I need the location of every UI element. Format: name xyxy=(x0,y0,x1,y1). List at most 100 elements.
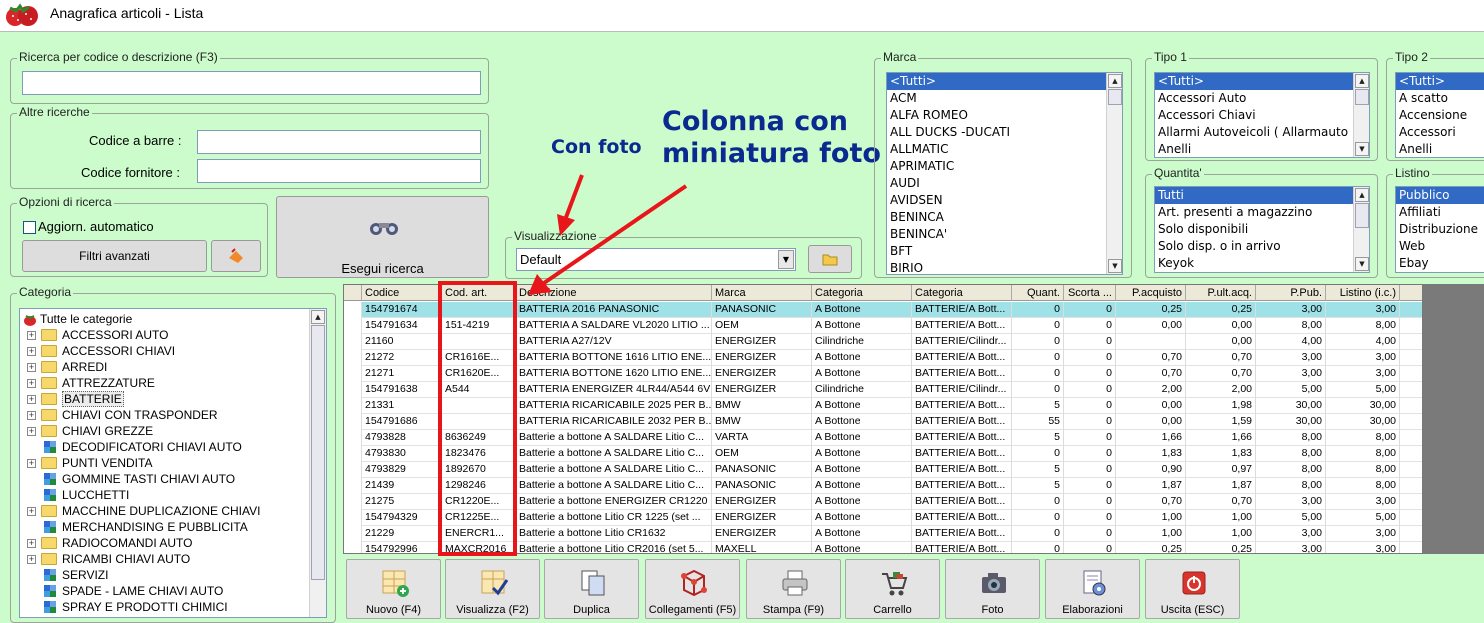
articles-table[interactable]: Codice Cod. art. Descrizione Marca Categoria… xyxy=(343,284,1423,554)
toolbar-button-elaborazioni[interactable]: Elaborazioni xyxy=(1045,559,1140,619)
toolbar-button-stampa-f9[interactable]: Stampa (F9) xyxy=(746,559,841,619)
tipo2-option[interactable]: Accessori xyxy=(1396,124,1484,141)
table-row[interactable]: 4793829 1892670 Batterie a bottone A SALDA… xyxy=(344,462,1422,478)
table-row[interactable]: 21160 BATTERIA A27/12V ENERGIZER Cilindrich… xyxy=(344,334,1422,350)
search-input[interactable] xyxy=(22,71,481,95)
listino-list[interactable]: Pubblico Affiliati Distribuzione Web Ebay xyxy=(1395,186,1484,273)
marca-list[interactable]: <Tutti> ACM ALFA ROMEO ALL DUCKS -DUCATI ALL… xyxy=(886,72,1123,275)
expand-icon[interactable]: + xyxy=(27,411,36,420)
toolbar-button-nuovo-f4[interactable]: Nuovo (F4) xyxy=(346,559,441,619)
tipo1-option[interactable]: Accessori Chiavi xyxy=(1155,107,1369,124)
expand-icon[interactable]: + xyxy=(27,379,36,388)
tipo1-option[interactable]: Allarmi Autoveicoli ( Allarmauto ) xyxy=(1155,124,1369,141)
listino-option[interactable]: Pubblico xyxy=(1396,187,1484,204)
expand-icon[interactable]: + xyxy=(27,427,36,436)
table-row[interactable]: 154791674 BATTERIA 2016 PANASONIC PANASONI… xyxy=(344,302,1422,318)
category-scrollbar[interactable]: ▲ xyxy=(309,309,326,617)
table-row[interactable]: 4793830 1823476 Batterie a bottone A SALDA… xyxy=(344,446,1422,462)
quantita-option[interactable]: Solo disponibili xyxy=(1155,221,1369,238)
listino-option[interactable]: Distribuzione xyxy=(1396,221,1484,238)
quantita-scrollbar[interactable]: ▲ ▼ xyxy=(1353,187,1369,272)
barcode-field[interactable] xyxy=(197,130,481,154)
expand-icon[interactable]: + xyxy=(27,507,36,516)
marca-option[interactable]: ALLMATIC xyxy=(887,141,1122,158)
category-tree[interactable]: Tutte le categorie + ACCESSORI AUTO + ACCES… xyxy=(19,308,327,618)
column-header[interactable]: Categoria xyxy=(912,285,1012,301)
open-view-button[interactable] xyxy=(808,245,852,273)
column-header[interactable]: Codice xyxy=(362,285,442,301)
table-row[interactable]: 21439 1298246 Batterie a bottone A SALDARE… xyxy=(344,478,1422,494)
table-row[interactable]: 154794329 CR1225E... Batterie a bottone Li… xyxy=(344,510,1422,526)
tipo1-scrollbar[interactable]: ▲ ▼ xyxy=(1353,73,1369,157)
column-header[interactable]: P.Pub. xyxy=(1256,285,1326,301)
table-row[interactable]: 21275 CR1220E... Batterie a bottone ENERGI… xyxy=(344,494,1422,510)
marca-option[interactable]: ALL DUCKS -DUCATI xyxy=(887,124,1122,141)
marca-option[interactable]: AVIDSEN xyxy=(887,192,1122,209)
expand-icon[interactable]: + xyxy=(27,347,36,356)
marca-option[interactable]: <Tutti> xyxy=(887,73,1122,90)
view-select[interactable]: Default ▼ xyxy=(516,248,796,271)
tipo2-option[interactable]: Accensione xyxy=(1396,107,1484,124)
toolbar-button-collegamenti-f5[interactable]: Collegamenti (F5) xyxy=(645,559,740,619)
expand-icon[interactable]: + xyxy=(27,331,36,340)
expand-icon[interactable]: + xyxy=(27,395,36,404)
supplier-code-field[interactable] xyxy=(197,159,481,183)
chevron-down-icon[interactable]: ▼ xyxy=(778,250,794,269)
run-search-button[interactable]: Esegui ricerca xyxy=(276,196,489,278)
quantita-option[interactable]: Keyok xyxy=(1155,255,1369,272)
auto-update-checkbox[interactable] xyxy=(23,221,36,234)
clear-filters-button[interactable] xyxy=(211,240,261,272)
column-header[interactable]: Marca xyxy=(712,285,812,301)
marca-option[interactable]: ACM xyxy=(887,90,1122,107)
expand-icon[interactable]: + xyxy=(27,459,36,468)
toolbar-button-carrello[interactable]: Carrello xyxy=(845,559,940,619)
quantita-list[interactable]: Tutti Art. presenti a magazzino Solo dispo… xyxy=(1154,186,1370,273)
column-header[interactable]: Categoria xyxy=(812,285,912,301)
marca-option[interactable]: BIRIO xyxy=(887,260,1122,274)
table-row[interactable]: 154791686 BATTERIA RICARICABILE 2032 PER … xyxy=(344,414,1422,430)
tipo1-list[interactable]: <Tutti> Accessori Auto Accessori Chiavi All… xyxy=(1154,72,1370,158)
expand-icon[interactable]: + xyxy=(27,555,36,564)
expand-icon[interactable]: + xyxy=(27,363,36,372)
toolbar-button-duplica[interactable]: Duplica xyxy=(544,559,639,619)
listino-option[interactable]: Affiliati xyxy=(1396,204,1484,221)
marca-option[interactable]: ALFA ROMEO xyxy=(887,107,1122,124)
table-row[interactable]: 4793828 8636249 Batterie a bottone A SALDA… xyxy=(344,430,1422,446)
column-header[interactable]: Quant. xyxy=(1012,285,1064,301)
column-header[interactable]: Descrizione xyxy=(516,285,712,301)
tipo2-option[interactable]: A scatto xyxy=(1396,90,1484,107)
tipo2-list[interactable]: <Tutti> A scatto Accensione Accessori Anelli xyxy=(1395,72,1484,158)
advanced-filters-button[interactable]: Filtri avanzati xyxy=(22,240,207,272)
table-row[interactable]: 21271 CR1620E... BATTERIA BOTTONE 1620 LIT… xyxy=(344,366,1422,382)
toolbar-button-foto[interactable]: Foto xyxy=(945,559,1040,619)
tipo2-option[interactable]: <Tutti> xyxy=(1396,73,1484,90)
tipo1-option[interactable]: Anelli xyxy=(1155,141,1369,157)
column-header[interactable]: Listino (i.c.) xyxy=(1326,285,1400,301)
toolbar-button-visualizza-f2[interactable]: Visualizza (F2) xyxy=(445,559,540,619)
tipo1-option[interactable]: <Tutti> xyxy=(1155,73,1369,90)
column-header[interactable]: P.acquisto xyxy=(1116,285,1186,301)
table-row[interactable]: 154791638 A544 BATTERIA ENERGIZER 4LR44/A5… xyxy=(344,382,1422,398)
column-header[interactable]: P.ult.acq. xyxy=(1186,285,1256,301)
table-row[interactable]: 154792996 MAXCR2016 Batterie a bottone Lit… xyxy=(344,542,1422,553)
quantita-option[interactable]: Tutti xyxy=(1155,187,1369,204)
table-row[interactable]: 154791634 151-4219 BATTERIA A SALDARE VL20… xyxy=(344,318,1422,334)
expand-icon[interactable]: + xyxy=(27,539,36,548)
marca-scrollbar[interactable]: ▲ ▼ xyxy=(1106,73,1122,274)
table-row[interactable]: 21229 ENERCR1... Batterie a bottone Litio … xyxy=(344,526,1422,542)
tipo1-option[interactable]: Accessori Auto xyxy=(1155,90,1369,107)
toolbar-button-uscita-esc[interactable]: Uscita (ESC) xyxy=(1145,559,1240,619)
table-row[interactable]: 21272 CR1616E... BATTERIA BOTTONE 1616 LIT… xyxy=(344,350,1422,366)
table-row[interactable]: 21331 BATTERIA RICARICABILE 2025 PER B...… xyxy=(344,398,1422,414)
marca-option[interactable]: APRIMATIC xyxy=(887,158,1122,175)
listino-option[interactable]: Ebay xyxy=(1396,255,1484,272)
tipo2-option[interactable]: Anelli xyxy=(1396,141,1484,157)
quantita-option[interactable]: Solo disp. o in arrivo xyxy=(1155,238,1369,255)
listino-option[interactable]: Web xyxy=(1396,238,1484,255)
marca-option[interactable]: BENINCA xyxy=(887,209,1122,226)
marca-option[interactable]: BENINCA' xyxy=(887,226,1122,243)
column-header[interactable]: Cod. art. xyxy=(442,285,516,301)
column-header[interactable]: Scorta ... xyxy=(1064,285,1116,301)
quantita-option[interactable]: Art. presenti a magazzino xyxy=(1155,204,1369,221)
marca-option[interactable]: BFT xyxy=(887,243,1122,260)
